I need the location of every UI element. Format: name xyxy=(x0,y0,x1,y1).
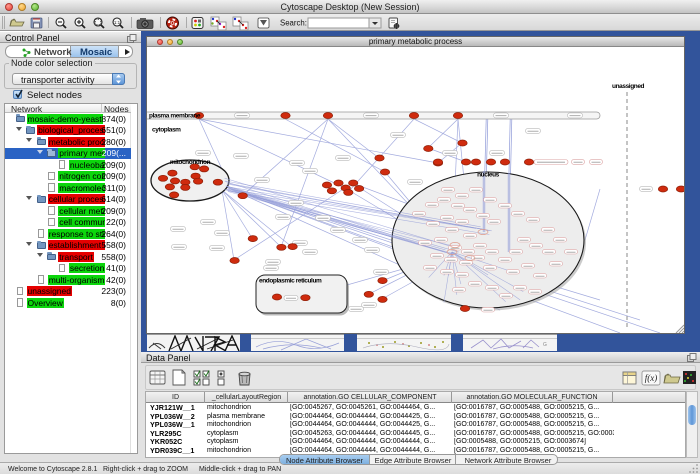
svg-text:G: G xyxy=(543,342,547,348)
svg-text:mitochondrion: mitochondrion xyxy=(170,159,211,166)
svg-text:unassigned: unassigned xyxy=(612,83,645,90)
svg-text:Search:: Search: xyxy=(280,19,307,28)
svg-text:1:1: 1:1 xyxy=(114,20,121,25)
svg-text:endoplasmic reticulum: endoplasmic reticulum xyxy=(259,278,322,285)
svg-text:nucleus: nucleus xyxy=(477,172,500,179)
svg-text:cytoplasm: cytoplasm xyxy=(152,127,181,134)
svg-text:f(x): f(x) xyxy=(645,373,658,383)
svg-text:plasma membrane: plasma membrane xyxy=(149,113,201,120)
